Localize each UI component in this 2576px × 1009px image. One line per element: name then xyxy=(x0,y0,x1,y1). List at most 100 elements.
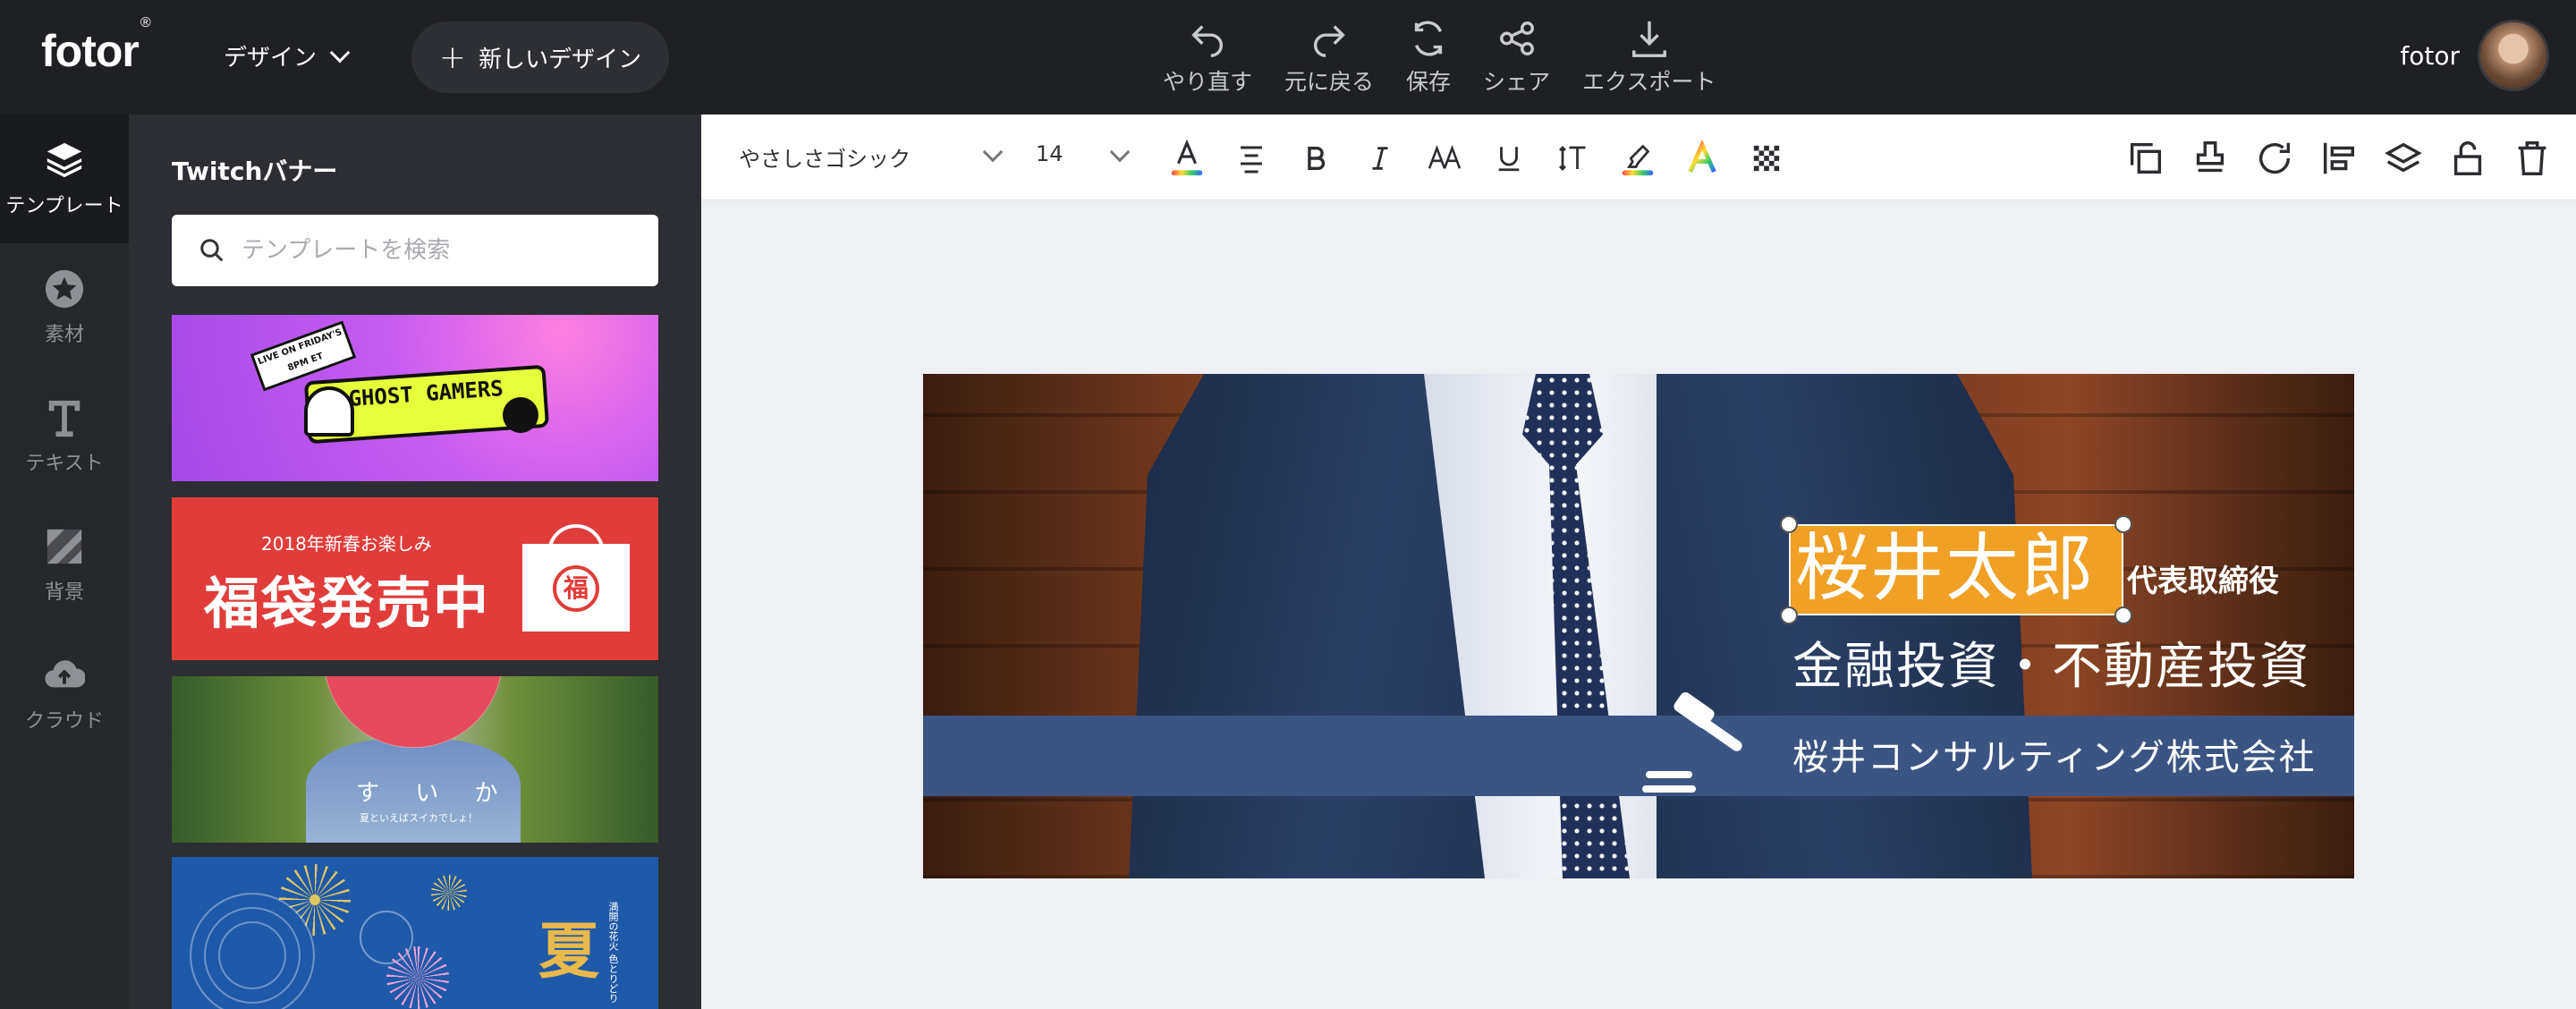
resize-handle[interactable] xyxy=(1780,606,1798,624)
plus-icon: + xyxy=(438,38,467,76)
italic-button[interactable] xyxy=(1360,138,1401,179)
firework-graphic xyxy=(431,875,467,911)
save-icon xyxy=(1414,21,1443,56)
sidebar-rail: テンプレート 素材 テキスト 背景 クラウド xyxy=(0,114,129,1009)
template-subtitle: 満開の花火 色とりどり xyxy=(607,902,619,1004)
format-icons xyxy=(1166,138,1787,179)
font-family-select[interactable]: やさしさゴシック xyxy=(739,141,1007,173)
resize-handle[interactable] xyxy=(1780,515,1798,533)
transparency-button[interactable] xyxy=(1746,138,1787,179)
save-label: 保存 xyxy=(1406,69,1452,95)
share-icon xyxy=(1499,21,1534,55)
resize-handle[interactable] xyxy=(2114,515,2132,533)
sidebar-item-background[interactable]: 背景 xyxy=(0,501,129,630)
align-left-icon[interactable] xyxy=(2318,138,2360,179)
resize-handle[interactable] xyxy=(2114,606,2132,624)
template-thumbnail-suika[interactable]: す い か 夏といえばスイカでしょ！ xyxy=(172,676,658,843)
design-menu-label: デザイン xyxy=(224,45,318,72)
duplicate-icon[interactable] xyxy=(2125,138,2166,179)
highlight-button[interactable] xyxy=(1617,138,1658,179)
share-label: シェア xyxy=(1483,69,1551,95)
sidebar-item-text[interactable]: テキスト xyxy=(0,372,129,501)
export-icon xyxy=(1631,21,1666,57)
text-color-icon xyxy=(1171,139,1203,176)
save-button[interactable]: 保存 xyxy=(1406,18,1451,97)
search-icon xyxy=(200,239,224,262)
bomb-icon xyxy=(503,397,538,433)
export-label: エクスポート xyxy=(1582,69,1716,95)
company-text[interactable]: 桜井コンサルティング株式会社 xyxy=(1792,728,2317,780)
sidebar-item-templates[interactable]: テンプレート xyxy=(0,114,129,243)
business-text[interactable]: 金融投資・不動産投資 xyxy=(1792,626,2311,699)
gavel-icon[interactable] xyxy=(1639,689,1764,796)
watermelon-image xyxy=(324,676,503,748)
template-subtitle: 夏といえばスイカでしょ！ xyxy=(360,812,478,824)
sidebar-item-label: 背景 xyxy=(44,581,84,604)
font-family-value: やさしさゴシック xyxy=(739,147,911,172)
sidebar-item-label: 素材 xyxy=(44,324,84,346)
stamp-icon[interactable] xyxy=(2190,138,2231,179)
cloud-upload-icon xyxy=(45,660,85,688)
avatar[interactable] xyxy=(2478,20,2549,91)
chevron-down-icon xyxy=(1109,141,1131,163)
redo-label: 元に戻る xyxy=(1284,69,1375,95)
transparency-icon xyxy=(1753,145,1780,172)
fotor-logo[interactable]: fotor® xyxy=(41,15,151,77)
template-thumbnail-natsu[interactable]: 夏 満開の花火 色とりどり xyxy=(172,857,658,1009)
sidebar-item-label: クラウド xyxy=(24,710,104,733)
name-text[interactable]: 桜井太郎 xyxy=(1795,526,2096,612)
new-design-label: 新しいデザイン xyxy=(479,46,642,73)
unlock-icon[interactable] xyxy=(2447,138,2488,179)
user-menu[interactable]: fotor xyxy=(2400,20,2549,91)
template-search[interactable] xyxy=(172,215,658,286)
highlight-icon xyxy=(1622,144,1654,176)
template-thumbnail-ghost-gamers[interactable]: LIVE ON FRIDAY'S 8PM ET GHOST GAMERS xyxy=(172,315,658,481)
template-title: 福袋発売中 xyxy=(204,571,491,636)
template-title: 夏 xyxy=(538,917,600,988)
search-input[interactable] xyxy=(242,237,617,264)
panel-title: Twitchバナー xyxy=(172,157,338,186)
line-spacing-button[interactable] xyxy=(1553,138,1594,179)
bold-icon xyxy=(1308,146,1326,171)
template-subtitle: 2018年新春お楽しみ xyxy=(261,533,432,555)
gradient-text-icon xyxy=(1688,140,1716,174)
layers-icon xyxy=(47,142,82,178)
lucky-bag-icon: 福 xyxy=(522,544,630,632)
undo-button[interactable]: やり直す xyxy=(1163,18,1252,97)
template-thumbnail-fukubukuro[interactable]: 2018年新春お楽しみ 福袋発売中 福 xyxy=(172,497,658,660)
ghost-icon xyxy=(304,386,354,437)
italic-icon xyxy=(1372,147,1388,170)
bold-button[interactable] xyxy=(1295,138,1336,179)
sidebar-item-elements[interactable]: 素材 xyxy=(0,243,129,372)
gradient-text-button[interactable] xyxy=(1682,138,1723,179)
chevron-down-icon xyxy=(329,42,351,63)
text-format-toolbar: やさしさゴシック 14 xyxy=(701,114,2576,200)
template-title: す い か xyxy=(356,780,513,807)
underline-icon xyxy=(1498,147,1520,172)
delete-icon[interactable] xyxy=(2512,138,2553,179)
redo-button[interactable]: 元に戻る xyxy=(1284,18,1374,97)
layers-icon[interactable] xyxy=(2383,138,2424,179)
sidebar-item-cloud[interactable]: クラウド xyxy=(0,630,129,759)
chevron-down-icon xyxy=(982,141,1004,163)
background-icon xyxy=(47,529,82,564)
new-design-button[interactable]: + 新しいデザイン xyxy=(411,21,669,93)
rotate-icon[interactable] xyxy=(2254,138,2295,179)
design-canvas[interactable]: 桜井太郎 代表取締役 金融投資・不動産投資 桜井コンサルティング株式会社 xyxy=(923,374,2354,878)
position-text[interactable]: 代表取締役 xyxy=(2127,556,2279,600)
design-menu[interactable]: デザイン xyxy=(224,39,351,72)
firework-graphic xyxy=(386,946,449,1009)
align-icon xyxy=(1241,146,1262,174)
align-button[interactable] xyxy=(1231,138,1272,179)
font-size-select[interactable]: 14 xyxy=(1036,141,1134,166)
underline-button[interactable] xyxy=(1488,138,1530,179)
text-color-button[interactable] xyxy=(1166,138,1208,179)
letter-case-button[interactable] xyxy=(1424,138,1465,179)
share-button[interactable]: シェア xyxy=(1483,18,1550,97)
lucky-bag-badge: 福 xyxy=(553,565,599,612)
object-actions xyxy=(2125,138,2553,179)
export-button[interactable]: エクスポート xyxy=(1582,18,1716,97)
toolbar-actions: やり直す 元に戻る 保存 シェア エクスポート xyxy=(1163,18,1748,97)
letter-case-icon xyxy=(1428,145,1462,169)
star-icon xyxy=(45,269,84,309)
